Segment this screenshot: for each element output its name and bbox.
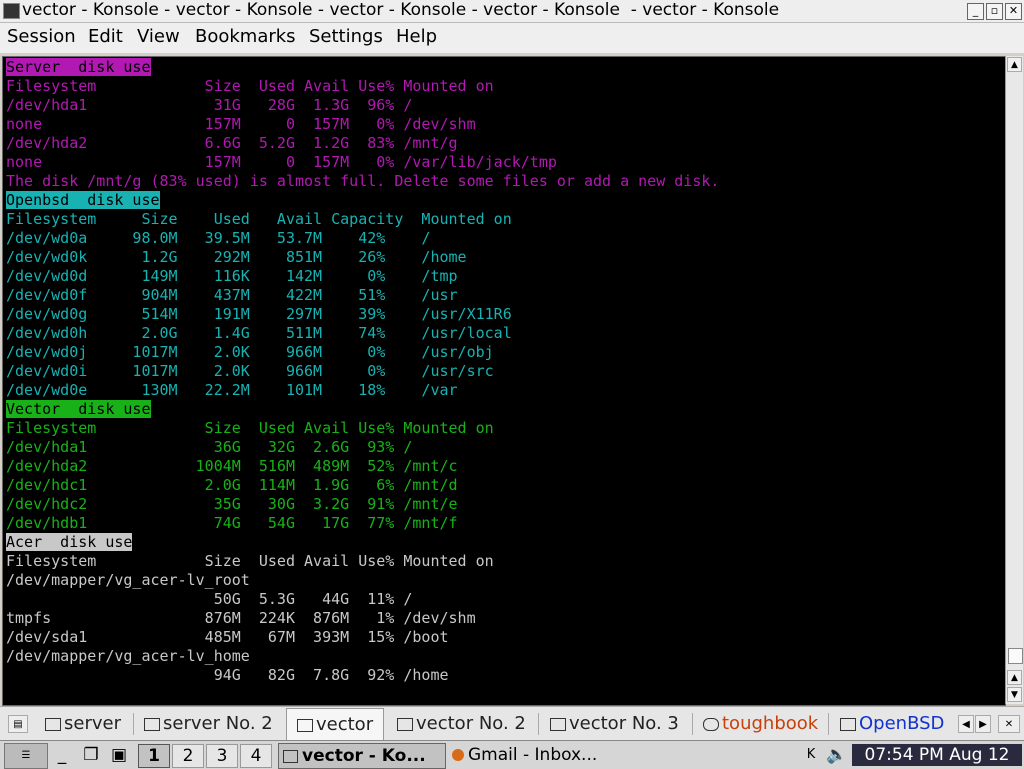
tab-vector-no-2[interactable]: vector No. 2 <box>397 710 526 738</box>
menu-view[interactable]: View <box>137 25 180 49</box>
tab-divider <box>828 713 829 735</box>
terminal-icon <box>397 717 413 731</box>
terminal-line: /dev/wd0f 904M 437M 422M 51% /usr <box>6 286 458 304</box>
taskbar-window-konsole[interactable]: vector - Ko... <box>278 743 446 769</box>
show-desktop-icon[interactable]: _ <box>54 743 70 767</box>
terminal-line: /dev/wd0a 98.0M 39.5M 53.7M 42% / <box>6 229 431 247</box>
terminal-line: /dev/wd0i 1017M 2.0K 966M 0% /usr/src <box>6 362 494 380</box>
tab-divider <box>133 713 134 735</box>
tab-toughbook[interactable]: toughbook <box>703 710 818 738</box>
minimize-button[interactable]: _ <box>967 3 984 20</box>
tabs-scroll-left-icon[interactable]: ◀ <box>958 715 974 733</box>
section-header: Server disk use <box>6 58 151 76</box>
taskbar-window-gmail[interactable]: Gmail - Inbox... <box>448 743 622 767</box>
terminal-icon <box>550 717 566 731</box>
scrollbar-thumb[interactable] <box>1008 648 1023 664</box>
window-titlebar[interactable]: vector - Konsole - vector - Konsole - ve… <box>0 0 1024 23</box>
firefox-icon <box>452 749 464 761</box>
tab-server[interactable]: server <box>45 710 121 738</box>
section-header: Acer disk use <box>6 533 133 551</box>
terminal-line: /dev/wd0g 514M 191M 297M 39% /usr/X11R6 <box>6 305 512 323</box>
terminal-line: /dev/mapper/vg_acer-lv_home <box>6 647 250 665</box>
taskbar: ☰ _ ❐ ▣ 1 2 3 4 vector - Ko... Gmail - I… <box>0 740 1024 769</box>
maximize-button[interactable]: ▫ <box>986 3 1003 20</box>
tabs-scroll-right-icon[interactable]: ▶ <box>975 715 991 733</box>
section-header: Openbsd disk use <box>6 191 160 209</box>
terminal-line: /dev/wd0h 2.0G 1.4G 511M 74% /usr/local <box>6 324 512 342</box>
desktop-2-button[interactable]: 2 <box>172 744 204 768</box>
window-title: vector - Konsole - vector - Konsole - ve… <box>22 0 780 20</box>
terminal-line: /dev/hda2 1004M 516M 489M 52% /mnt/c <box>6 457 458 475</box>
clipboard-icon[interactable]: K <box>802 743 820 767</box>
terminal-scrollbar[interactable]: ▲ ▲ ▼ <box>1005 56 1023 704</box>
terminal-line: Filesystem Size Used Avail Use% Mounted … <box>6 77 494 95</box>
terminal-line: tmpfs 876M 224K 876M 1% /dev/shm <box>6 609 476 627</box>
menu-edit[interactable]: Edit <box>88 25 123 49</box>
terminal-line: none 157M 0 157M 0% /var/lib/jack/tmp <box>6 153 557 171</box>
clock[interactable]: 07:54 PM Aug 12 <box>852 744 1022 766</box>
menu-settings[interactable]: Settings <box>309 25 383 49</box>
desktop-3-button[interactable]: 3 <box>206 744 238 768</box>
tab-vector-no-3[interactable]: vector No. 3 <box>550 710 679 738</box>
menu-bar: Session Edit View Bookmarks Settings Hel… <box>0 23 1024 53</box>
tab-openbsd[interactable]: OpenBSD <box>840 710 944 738</box>
scroll-down-arrow-icon[interactable]: ▼ <box>1007 687 1022 702</box>
terminal-line: /dev/mapper/vg_acer-lv_root <box>6 571 250 589</box>
terminal-line: /dev/wd0d 149M 116K 142M 0% /tmp <box>6 267 458 285</box>
terminal-line: /dev/wd0k 1.2G 292M 851M 26% /home <box>6 248 467 266</box>
terminal-line: Filesystem Size Used Avail Use% Mounted … <box>6 552 494 570</box>
start-menu-icon[interactable]: ☰ <box>4 743 48 769</box>
tab-divider <box>538 713 539 735</box>
scroll-up-arrow-icon[interactable]: ▲ <box>1007 57 1022 72</box>
section-header: Vector disk use <box>6 400 151 418</box>
terminal-line: /dev/hda1 36G 32G 2.6G 93% / <box>6 438 413 456</box>
desktop-1-button[interactable]: 1 <box>138 744 170 768</box>
konsole-app-icon[interactable] <box>3 3 20 19</box>
terminal-icon <box>703 717 719 731</box>
new-session-icon[interactable]: ▤ <box>8 715 28 733</box>
terminal-launcher-icon[interactable]: ▣ <box>108 743 130 767</box>
terminal-line: Filesystem Size Used Avail Use% Mounted … <box>6 419 494 437</box>
window-list-icon[interactable]: ❐ <box>80 743 102 767</box>
terminal-line: /dev/wd0e 130M 22.2M 101M 18% /var <box>6 381 458 399</box>
terminal-line: /dev/hda1 31G 28G 1.3G 96% / <box>6 96 413 114</box>
terminal-line: /dev/sda1 485M 67M 393M 15% /boot <box>6 628 449 646</box>
tab-vector[interactable]: vector <box>286 708 385 741</box>
terminal-line: Filesystem Size Used Avail Capacity Moun… <box>6 210 512 228</box>
terminal-icon <box>144 717 160 731</box>
scroll-up-arrow-icon-lower[interactable]: ▲ <box>1007 670 1022 685</box>
menu-help[interactable]: Help <box>396 25 437 49</box>
terminal-line: The disk /mnt/g (83% used) is almost ful… <box>6 172 720 190</box>
terminal-line: /dev/wd0j 1017M 2.0K 966M 0% /usr/obj <box>6 343 494 361</box>
terminal-line: /dev/hdb1 74G 54G 17G 77% /mnt/f <box>6 514 458 532</box>
close-button[interactable]: ✕ <box>1005 3 1022 20</box>
terminal-icon <box>840 717 856 731</box>
tab-divider <box>692 713 693 735</box>
terminal-icon <box>283 749 298 763</box>
terminal-icon <box>297 718 313 732</box>
tab-server-no-2[interactable]: server No. 2 <box>144 710 273 738</box>
terminal-line: /dev/hdc2 35G 30G 3.2G 91% /mnt/e <box>6 495 458 513</box>
menu-bookmarks[interactable]: Bookmarks <box>195 25 296 49</box>
menu-session[interactable]: Session <box>7 25 76 49</box>
terminal-view[interactable]: Server disk use Filesystem Size Used Avai… <box>2 56 1006 706</box>
terminal-line: /dev/hdc1 2.0G 114M 1.9G 6% /mnt/d <box>6 476 458 494</box>
session-tab-bar: ▤ server server No. 2 vector vector No. … <box>0 706 1024 741</box>
terminal-output: Server disk use Filesystem Size Used Avai… <box>6 58 719 685</box>
terminal-line: 50G 5.3G 44G 11% / <box>6 590 413 608</box>
volume-icon[interactable]: 🔈 <box>826 743 848 767</box>
desktop-4-button[interactable]: 4 <box>240 744 272 768</box>
terminal-line: none 157M 0 157M 0% /dev/shm <box>6 115 476 133</box>
terminal-line: /dev/hda2 6.6G 5.2G 1.2G 83% /mnt/g <box>6 134 458 152</box>
terminal-icon <box>45 717 61 731</box>
terminal-line: 94G 82G 7.8G 92% /home <box>6 666 449 684</box>
close-session-icon[interactable]: ✕ <box>998 715 1020 733</box>
